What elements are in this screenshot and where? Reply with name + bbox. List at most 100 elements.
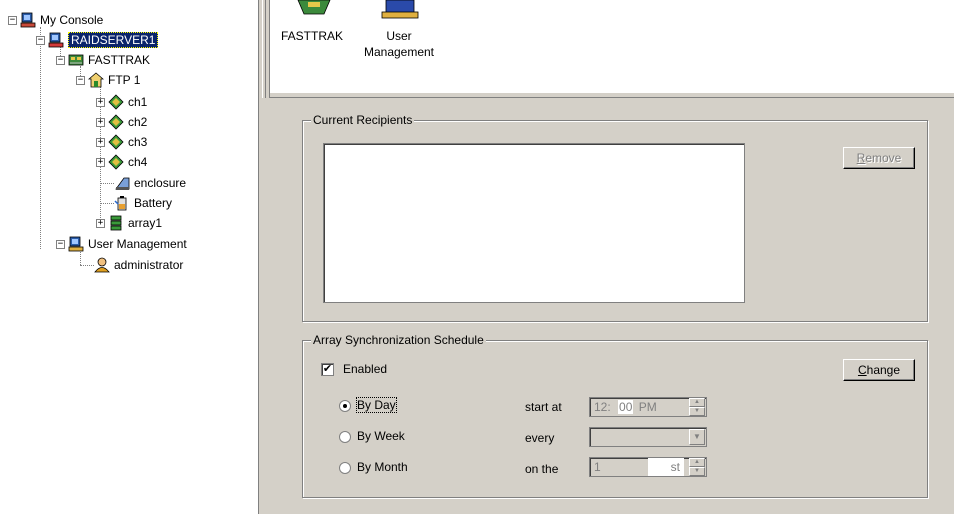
battery-icon — [114, 195, 130, 211]
tree-node-label: enclosure — [134, 176, 187, 190]
toolbar-button-label: Management — [363, 45, 435, 59]
tree-line — [80, 265, 94, 266]
tree-node-my-console[interactable]: My Console — [20, 11, 103, 29]
time-spin-buttons[interactable]: ▲ ▼ — [689, 398, 705, 416]
user-management-icon — [352, 0, 446, 20]
spin-up-icon[interactable]: ▲ — [689, 458, 705, 467]
tree-node-label: array1 — [128, 216, 163, 230]
tree-node-ftp1[interactable]: FTP 1 — [87, 71, 141, 89]
schedule-legend: Array Synchronization Schedule — [311, 333, 486, 347]
spin-up-icon[interactable]: ▲ — [689, 398, 705, 407]
tree-node-label: Battery — [134, 196, 173, 210]
port-icon — [87, 72, 105, 88]
remove-button[interactable]: Remove — [843, 147, 915, 169]
spin-down-icon[interactable]: ▼ — [689, 407, 705, 416]
spin-down-icon[interactable]: ▼ — [689, 467, 705, 476]
tree-node-administrator[interactable]: administrator — [94, 256, 183, 274]
recipients-list[interactable] — [323, 143, 745, 303]
remove-button-mnemonic: R — [856, 151, 866, 165]
change-button-mnemonic: C — [857, 363, 867, 377]
enabled-label: Enabled — [343, 362, 388, 376]
server-icon — [48, 32, 64, 48]
array-icon — [108, 215, 124, 231]
schedule-group: Array Synchronization Schedule ✔ Enabled… — [302, 333, 928, 498]
tree-node-battery[interactable]: Battery — [114, 194, 172, 212]
day-spin-buttons[interactable]: ▲ ▼ — [689, 458, 705, 476]
start-time-spinner[interactable]: 12: 00 PM ▲ ▼ — [589, 397, 707, 417]
change-button-label: hange — [866, 363, 901, 377]
weekday-dropdown[interactable]: ▼ — [589, 427, 707, 447]
console-icon — [20, 12, 36, 28]
by-day-label: By Day — [356, 397, 397, 413]
ampm-value: PM — [638, 400, 657, 414]
collapse-toggle[interactable]: − — [56, 240, 65, 249]
channel-icon — [108, 94, 124, 110]
day-of-month-spinner[interactable]: 1 st ▲ ▼ — [589, 457, 707, 477]
tree-node-label: FASTTRAK — [88, 53, 151, 67]
tree-node-label: ch4 — [128, 155, 148, 169]
collapse-toggle[interactable]: − — [56, 56, 65, 65]
collapse-toggle[interactable]: − — [8, 16, 17, 25]
tree-node-label: RAIDSERVER1 — [68, 32, 159, 48]
recipients-group: Current Recipients Remove — [302, 113, 928, 322]
user-management-icon — [68, 236, 84, 252]
hour-value: 12 — [594, 400, 608, 414]
tree-line — [40, 27, 41, 249]
user-management-toolbar-button[interactable]: User Management — [352, 0, 446, 60]
fasttrak-toolbar-button[interactable]: FASTTRAK — [280, 0, 344, 44]
tree-node-array1[interactable]: array1 — [108, 214, 162, 232]
remove-button-label: emove — [865, 151, 902, 165]
recipients-legend: Current Recipients — [311, 113, 415, 127]
toolbar-button-label: FASTTRAK — [280, 29, 343, 43]
tree-node-ch1[interactable]: ch1 — [108, 93, 147, 111]
tree-node-raidserver1[interactable]: RAIDSERVER1 — [48, 31, 159, 49]
expand-toggle[interactable]: + — [96, 158, 105, 167]
tree-node-ch4[interactable]: ch4 — [108, 153, 147, 171]
expand-toggle[interactable]: + — [96, 118, 105, 127]
channel-icon — [108, 154, 124, 170]
channel-icon — [108, 134, 124, 150]
day-value: 1 — [594, 460, 601, 474]
tree-node-label: administrator — [114, 258, 184, 272]
time-separator: : — [607, 400, 611, 414]
controller-icon — [68, 52, 84, 68]
minute-value: 00 — [618, 400, 634, 414]
tree-node-ch2[interactable]: ch2 — [108, 113, 147, 131]
tree-node-enclosure[interactable]: enclosure — [114, 174, 186, 192]
tree-node-label: ch1 — [128, 95, 148, 109]
enabled-checkbox[interactable]: ✔ — [321, 363, 334, 376]
change-button[interactable]: Change — [843, 359, 915, 381]
start-at-label: start at — [525, 400, 562, 414]
expand-toggle[interactable]: + — [96, 98, 105, 107]
by-day-radio[interactable] — [339, 400, 351, 412]
expand-toggle[interactable]: + — [96, 219, 105, 228]
enclosure-icon — [114, 175, 130, 191]
tree-line — [100, 183, 114, 184]
chevron-down-icon[interactable]: ▼ — [689, 429, 705, 445]
toolbar: FASTTRAK User Management — [270, 0, 954, 94]
tree-node-fasttrak[interactable]: FASTTRAK — [68, 51, 150, 69]
expand-toggle[interactable]: + — [96, 138, 105, 147]
tree-node-label: FTP 1 — [108, 73, 141, 87]
collapse-toggle[interactable]: − — [36, 36, 45, 45]
tree-node-label: User Management — [88, 237, 187, 251]
tree-node-label: ch2 — [128, 115, 148, 129]
tree-node-label: ch3 — [128, 135, 148, 149]
tree-node-ch3[interactable]: ch3 — [108, 133, 147, 151]
channel-icon — [108, 114, 124, 130]
user-icon — [94, 257, 110, 273]
by-month-label: By Month — [357, 460, 408, 474]
tree-node-label: My Console — [40, 13, 104, 27]
day-suffix: st — [648, 458, 684, 476]
navigation-tree: − My Console − RAIDSERVER1 − FASTTRAK − … — [0, 0, 258, 514]
tree-line — [100, 203, 114, 204]
toolbar-button-label: User — [386, 29, 412, 43]
every-label: every — [525, 431, 555, 445]
controller-icon — [280, 0, 344, 20]
on-the-label: on the — [525, 462, 559, 476]
collapse-toggle[interactable]: − — [76, 76, 85, 85]
tree-node-user-management[interactable]: User Management — [68, 235, 187, 253]
by-month-radio[interactable] — [339, 462, 351, 474]
settings-panel: Current Recipients Remove Array Synchron… — [262, 98, 954, 514]
by-week-radio[interactable] — [339, 431, 351, 443]
